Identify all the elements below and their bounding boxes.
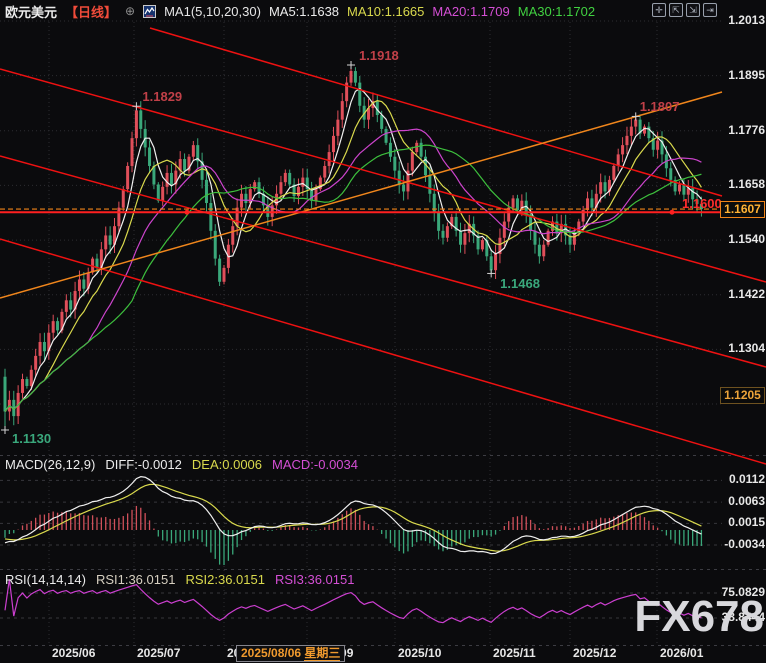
fx678-watermark: FX678 (634, 592, 764, 641)
scale-axis-right-icon[interactable]: ⇲ (686, 3, 700, 17)
ma20-value: MA20:1.1709 (432, 3, 510, 19)
chart-canvas (0, 20, 766, 646)
crosshair-date-tooltip: 2025/08/06 星期三 (236, 645, 346, 662)
mini-chart-icon (143, 4, 157, 18)
rsi3-value: RSI3:36.0151 (274, 572, 355, 587)
pan-icon[interactable]: ✛ (652, 3, 666, 17)
tooltip-weekday: 星期三 (304, 646, 341, 661)
ma10-line (4, 100, 702, 412)
tooltip-date: 2025/08/06 (241, 646, 302, 660)
candles (3, 65, 703, 430)
rsi1-value: RSI1:36.0151 (95, 572, 176, 587)
ma-lines (4, 87, 702, 412)
macd-diff-value: DIFF:-0.0012 (105, 457, 182, 472)
ma5-line (4, 87, 702, 412)
macd-dea-value: DEA:0.0006 (191, 457, 263, 472)
ma10-value: MA10:1.1665 (347, 3, 425, 19)
diff-line (4, 476, 702, 555)
ma5-value: MA5:1.1638 (268, 3, 340, 19)
dea-line (4, 483, 702, 552)
scale-axis-left-icon[interactable]: ⇱ (669, 3, 683, 17)
macd-title[interactable]: MACD(26,12,9) (5, 457, 95, 472)
macd-panel (4, 476, 703, 566)
macd-header: MACD(26,12,9) DIFF:-0.0012 DEA:0.0006 MA… (5, 457, 358, 472)
alert-price-box: 1.1205 (720, 387, 765, 404)
rsi2-value: RSI2:36.0151 (185, 572, 265, 587)
current-price-box: 1.1607 (720, 201, 765, 218)
price-levels (0, 208, 722, 215)
chart-toolbar: ✛ ⇱ ⇲ ⇥ (652, 3, 717, 17)
macd-macd-value: MACD:-0.0034 (272, 457, 358, 472)
exit-fullscreen-icon[interactable]: ⇥ (703, 3, 717, 17)
rsi-title[interactable]: RSI(14,14,14) (5, 572, 86, 587)
ma30-value: MA30:1.1702 (517, 3, 596, 19)
trading-chart-window: 1.1600 1.1130 1.1829 1.1918 1.1468 1.1807 1.20… (0, 0, 766, 663)
ma-group-label: MA1(5,10,20,30) (164, 3, 261, 19)
period-label[interactable]: 【日线】 (65, 2, 117, 21)
rsi-header: RSI(14,14,14) RSI1:36.0151 RSI2:36.0151 … (5, 572, 354, 587)
symbol-title: 欧元美元 (5, 4, 58, 20)
gridlines (0, 20, 766, 646)
add-indicator-icon[interactable]: ⊕ (125, 4, 135, 18)
